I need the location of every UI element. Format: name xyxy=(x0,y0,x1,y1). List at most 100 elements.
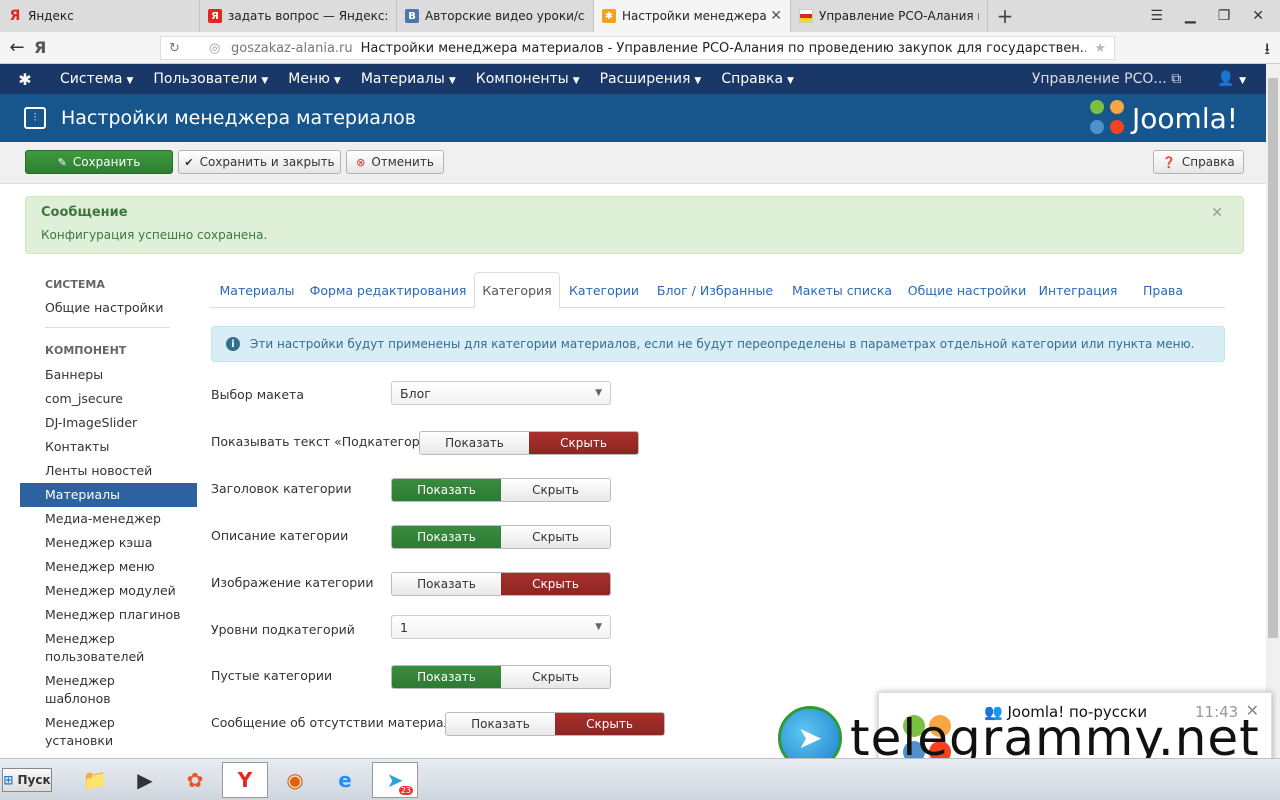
user-menu[interactable]: 👤 ▼ xyxy=(1197,71,1266,87)
explorer-icon[interactable]: 📁 xyxy=(72,762,118,798)
taskbar: ⊞ Пуск 📁 ▶ ✿ Y ◉ e ➤ 23 xyxy=(0,758,1280,800)
menu-help[interactable]: Справка ▼ xyxy=(711,71,804,87)
edit-icon: ✎ xyxy=(57,155,67,169)
page-scrollbar[interactable] xyxy=(1266,64,1280,758)
sidebar-item-menus[interactable]: Менеджер меню xyxy=(20,555,197,579)
menu-icon[interactable]: ☰ xyxy=(1150,8,1163,24)
show-button[interactable]: Показать xyxy=(392,526,501,548)
hide-button[interactable]: Скрыть xyxy=(501,526,610,548)
close-icon[interactable]: ✕ xyxy=(770,8,782,24)
sidebar-item-media[interactable]: Медиа-менеджер xyxy=(20,507,197,531)
menu-users[interactable]: Пользователи ▼ xyxy=(143,71,278,87)
bookmark-star-icon[interactable]: ★ xyxy=(1086,41,1114,56)
category-image-label: Изображение категории xyxy=(211,575,374,590)
save-close-button[interactable]: ✔ Сохранить и закрыть xyxy=(178,150,341,174)
hide-button[interactable]: Скрыть xyxy=(501,666,610,688)
sidebar-item-global-config[interactable]: Общие настройки xyxy=(20,299,197,317)
sidebar-item-installer[interactable]: Менеджер установки xyxy=(20,711,120,753)
url-field[interactable]: ↻ ◎ goszakaz-alania.ru Настройки менедже… xyxy=(160,36,1115,60)
reload-icon[interactable]: ↻ xyxy=(169,41,209,56)
browser-tab-video[interactable]: B Авторские видео уроки/ста xyxy=(397,0,594,32)
cancel-icon: ⊗ xyxy=(356,155,366,169)
internet-explorer-icon[interactable]: e xyxy=(322,762,368,798)
vk-icon: B xyxy=(405,9,419,23)
browser-tab-yandex[interactable]: Я Яндекс xyxy=(0,0,200,32)
joomla-icon: ✱ xyxy=(602,9,616,23)
subcat-levels-select[interactable]: 1 ▼ xyxy=(391,615,611,639)
browser-tab-joomla[interactable]: ✱ Настройки менеджера ма ✕ xyxy=(594,0,791,32)
telegram-icon[interactable]: ➤ 23 xyxy=(372,762,418,798)
sidebar-item-contacts[interactable]: Контакты xyxy=(20,435,197,459)
app-flower-icon[interactable]: ✿ xyxy=(172,762,218,798)
sliders-icon: ⫶ xyxy=(24,107,46,129)
browser-tab-question[interactable]: Я задать вопрос — Яндекс: на xyxy=(200,0,397,32)
yandex-browser-icon[interactable]: Y xyxy=(222,762,268,798)
show-button[interactable]: Показать xyxy=(420,432,529,454)
restore-icon[interactable]: ❐ xyxy=(1218,8,1231,24)
show-button[interactable]: Показать xyxy=(392,666,501,688)
site-link[interactable]: Управление РСО... ⧉ xyxy=(1016,71,1197,87)
tab-blog-featured[interactable]: Блог / Избранные xyxy=(648,272,782,308)
sidebar-item-djimageslider[interactable]: DJ-ImageSlider xyxy=(20,411,197,435)
category-title-toggle: Показать Скрыть xyxy=(391,478,611,502)
menu-content[interactable]: Материалы ▼ xyxy=(351,71,466,87)
sidebar-item-cache[interactable]: Менеджер кэша xyxy=(20,531,197,555)
start-button[interactable]: ⊞ Пуск xyxy=(2,768,52,792)
sidebar-item-newsfeeds[interactable]: Ленты новостей xyxy=(20,459,197,483)
sidebar-item-templates[interactable]: Менеджер шаблонов xyxy=(20,669,120,711)
sidebar-item-plugins[interactable]: Менеджер плагинов xyxy=(20,603,197,627)
close-icon[interactable]: ✕ xyxy=(1211,205,1223,221)
yandex-logo-icon[interactable]: Я xyxy=(34,38,60,57)
menu-system[interactable]: Система ▼ xyxy=(50,71,143,87)
sidebar-item-articles[interactable]: Материалы xyxy=(20,483,197,507)
sidebar-item-modules[interactable]: Менеджер модулей xyxy=(20,579,197,603)
download-icon[interactable]: ⭳ xyxy=(1264,38,1270,65)
hide-button[interactable]: Скрыть xyxy=(501,573,610,595)
alert-title: Сообщение xyxy=(41,205,128,220)
show-button[interactable]: Показать xyxy=(392,479,501,501)
menu-menus[interactable]: Меню ▼ xyxy=(278,71,351,87)
caret-down-icon: ▼ xyxy=(126,76,134,86)
menu-components[interactable]: Компоненты ▼ xyxy=(466,71,590,87)
media-player-icon[interactable]: ▶ xyxy=(122,762,168,798)
joomla-logo-icon[interactable]: ✱ xyxy=(0,70,50,89)
tab-categories[interactable]: Категории xyxy=(562,272,646,308)
browser-tabbar: Я Яндекс Я задать вопрос — Яндекс: на B … xyxy=(0,0,1280,32)
save-button[interactable]: ✎ Сохранить xyxy=(25,150,173,174)
scrollbar-thumb[interactable] xyxy=(1268,78,1278,638)
new-tab-button[interactable]: + xyxy=(988,0,1022,32)
help-button[interactable]: ❓ Справка xyxy=(1153,150,1244,174)
hide-button[interactable]: Скрыть xyxy=(555,713,664,735)
tab-list-layouts[interactable]: Макеты списка xyxy=(784,272,900,308)
sidebar-item-users[interactable]: Менеджер пользователей xyxy=(20,627,144,669)
show-button[interactable]: Показать xyxy=(446,713,555,735)
menu-extensions[interactable]: Расширения ▼ xyxy=(590,71,712,87)
tab-articles[interactable]: Материалы xyxy=(210,272,304,308)
tab-integration[interactable]: Интеграция xyxy=(1034,272,1122,308)
back-arrow-icon[interactable]: ← xyxy=(0,37,34,58)
window-controls: ☰ ▁ ❐ ✕ xyxy=(1150,0,1280,32)
page-title: Настройки менеджера материалов xyxy=(61,107,416,129)
category-description-toggle: Показать Скрыть xyxy=(391,525,611,549)
minimize-icon[interactable]: ▁ xyxy=(1185,8,1196,24)
hide-button[interactable]: Скрыть xyxy=(501,479,610,501)
telegram-badge: 23 xyxy=(398,786,413,795)
cancel-button[interactable]: ⊗ Отменить xyxy=(346,150,444,174)
sidebar-item-banners[interactable]: Баннеры xyxy=(20,363,197,387)
tab-edit-form[interactable]: Форма редактирования xyxy=(306,272,470,308)
caret-down-icon: ▼ xyxy=(261,76,269,86)
close-window-icon[interactable]: ✕ xyxy=(1252,8,1264,24)
hide-button[interactable]: Скрыть xyxy=(529,432,638,454)
show-button[interactable]: Показать xyxy=(392,573,501,595)
layout-select[interactable]: Блог ▼ xyxy=(391,381,611,405)
sidebar-item-jsecure[interactable]: com_jsecure xyxy=(20,387,197,411)
firefox-icon[interactable]: ◉ xyxy=(272,762,318,798)
sidebar: Система Общие настройки Компонент Баннер… xyxy=(20,270,197,753)
admin-navbar: ✱ Система ▼ Пользователи ▼ Меню ▼ Материалы… xyxy=(0,64,1266,94)
toolbar: ✎ Сохранить ✔ Сохранить и закрыть ⊗ Отменит… xyxy=(0,142,1266,184)
browser-tab-rso[interactable]: Управление РСО-Алания по xyxy=(791,0,988,32)
tab-shared[interactable]: Общие настройки xyxy=(902,272,1032,308)
tab-category[interactable]: Категория xyxy=(474,272,560,309)
url-domain: goszakaz-alania.ru xyxy=(231,40,353,56)
tab-permissions[interactable]: Права xyxy=(1124,272,1202,308)
